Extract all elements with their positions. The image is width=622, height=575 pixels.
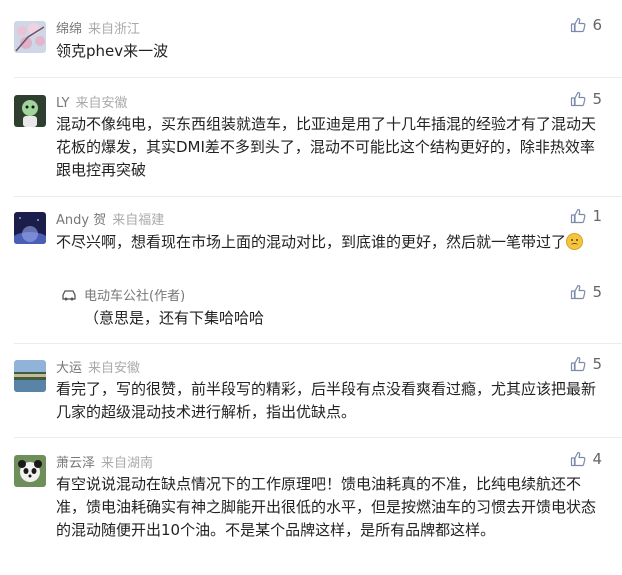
like-count: 5 xyxy=(592,355,602,373)
username[interactable]: 萧云泽 xyxy=(56,456,95,471)
reply-meta: 电动车公社(作者) xyxy=(60,285,185,304)
avatar[interactable] xyxy=(14,95,46,127)
landscape-icon xyxy=(14,360,46,392)
cherry-blossom-icon xyxy=(14,21,46,53)
thumbs-up-icon xyxy=(571,284,586,300)
car-icon xyxy=(62,289,76,300)
like-button[interactable]: 5 xyxy=(570,90,602,108)
location: 来自安徽 xyxy=(75,96,128,111)
avatar[interactable] xyxy=(14,455,46,487)
like-count: 5 xyxy=(592,90,602,108)
like-count: 6 xyxy=(592,16,602,34)
comment-meta: LY 来自安徽 xyxy=(56,92,127,111)
avatar[interactable] xyxy=(14,21,46,53)
reply-like-button[interactable]: 5 xyxy=(570,283,602,301)
comment-text: 看完了，写的很赞，前半段写的精彩，后半段有点没看爽看过瘾，尤其应该把最新几家的超… xyxy=(56,380,597,421)
username[interactable]: Andy 贺 xyxy=(56,213,106,228)
comment-text: 领克phev来一波 xyxy=(56,42,169,60)
like-count: 1 xyxy=(592,207,602,225)
location: 来自福建 xyxy=(112,213,165,228)
emoji-icon xyxy=(566,233,584,250)
like-count: 4 xyxy=(592,450,602,468)
avatar[interactable] xyxy=(14,360,46,392)
comment-text: 有空说说混动在缺点情况下的工作原理吧！馈电油耗真的不准，比纯电续航还不准，馈电油… xyxy=(56,475,597,539)
divider xyxy=(14,77,622,78)
like-button[interactable]: 5 xyxy=(570,355,602,373)
avatar[interactable] xyxy=(14,212,46,244)
comment-text: 不尽兴啊，想看现在市场上面的混动对比，到底谁的更好，然后就一笔带过了 xyxy=(56,231,608,254)
comment-meta: 大运 来自安徽 xyxy=(56,357,140,376)
divider xyxy=(14,196,622,197)
cartoon-character-icon xyxy=(14,95,46,127)
divider xyxy=(14,437,622,438)
reply-author[interactable]: 电动车公社(作者) xyxy=(84,285,185,304)
thumbs-up-icon xyxy=(571,451,586,467)
thumbs-up-icon xyxy=(571,17,586,33)
thumbs-up-icon xyxy=(571,91,586,107)
thumbs-up-icon xyxy=(571,208,586,224)
comment-text-content: 不尽兴啊，想看现在市场上面的混动对比，到底谁的更好，然后就一笔带过了 xyxy=(56,233,567,251)
location: 来自湖南 xyxy=(101,456,154,471)
username[interactable]: LY xyxy=(56,96,69,111)
comment-meta: Andy 贺来自福建 xyxy=(56,209,164,228)
like-button[interactable]: 1 xyxy=(570,207,602,225)
location: 来自浙江 xyxy=(88,22,141,37)
reply-text: （意思是，还有下集哈哈哈 xyxy=(84,309,265,327)
like-button[interactable]: 4 xyxy=(570,450,602,468)
like-button[interactable]: 6 xyxy=(570,16,602,34)
username[interactable]: 大运 xyxy=(56,361,82,376)
night-sky-icon xyxy=(14,212,46,244)
username[interactable]: 绵绵 xyxy=(56,22,82,37)
comment-meta: 绵绵 来自浙江 xyxy=(56,18,140,37)
like-count: 5 xyxy=(592,283,602,301)
location: 来自安徽 xyxy=(88,361,141,376)
comment-text: 混动不像纯电，买东西组装就造车，比亚迪是用了十几年插混的经验才有了混动天花板的爆… xyxy=(56,115,597,179)
thumbs-up-icon xyxy=(571,356,586,372)
comment-meta: 萧云泽 来自湖南 xyxy=(56,452,153,471)
panda-icon xyxy=(14,455,46,487)
divider xyxy=(14,343,622,344)
